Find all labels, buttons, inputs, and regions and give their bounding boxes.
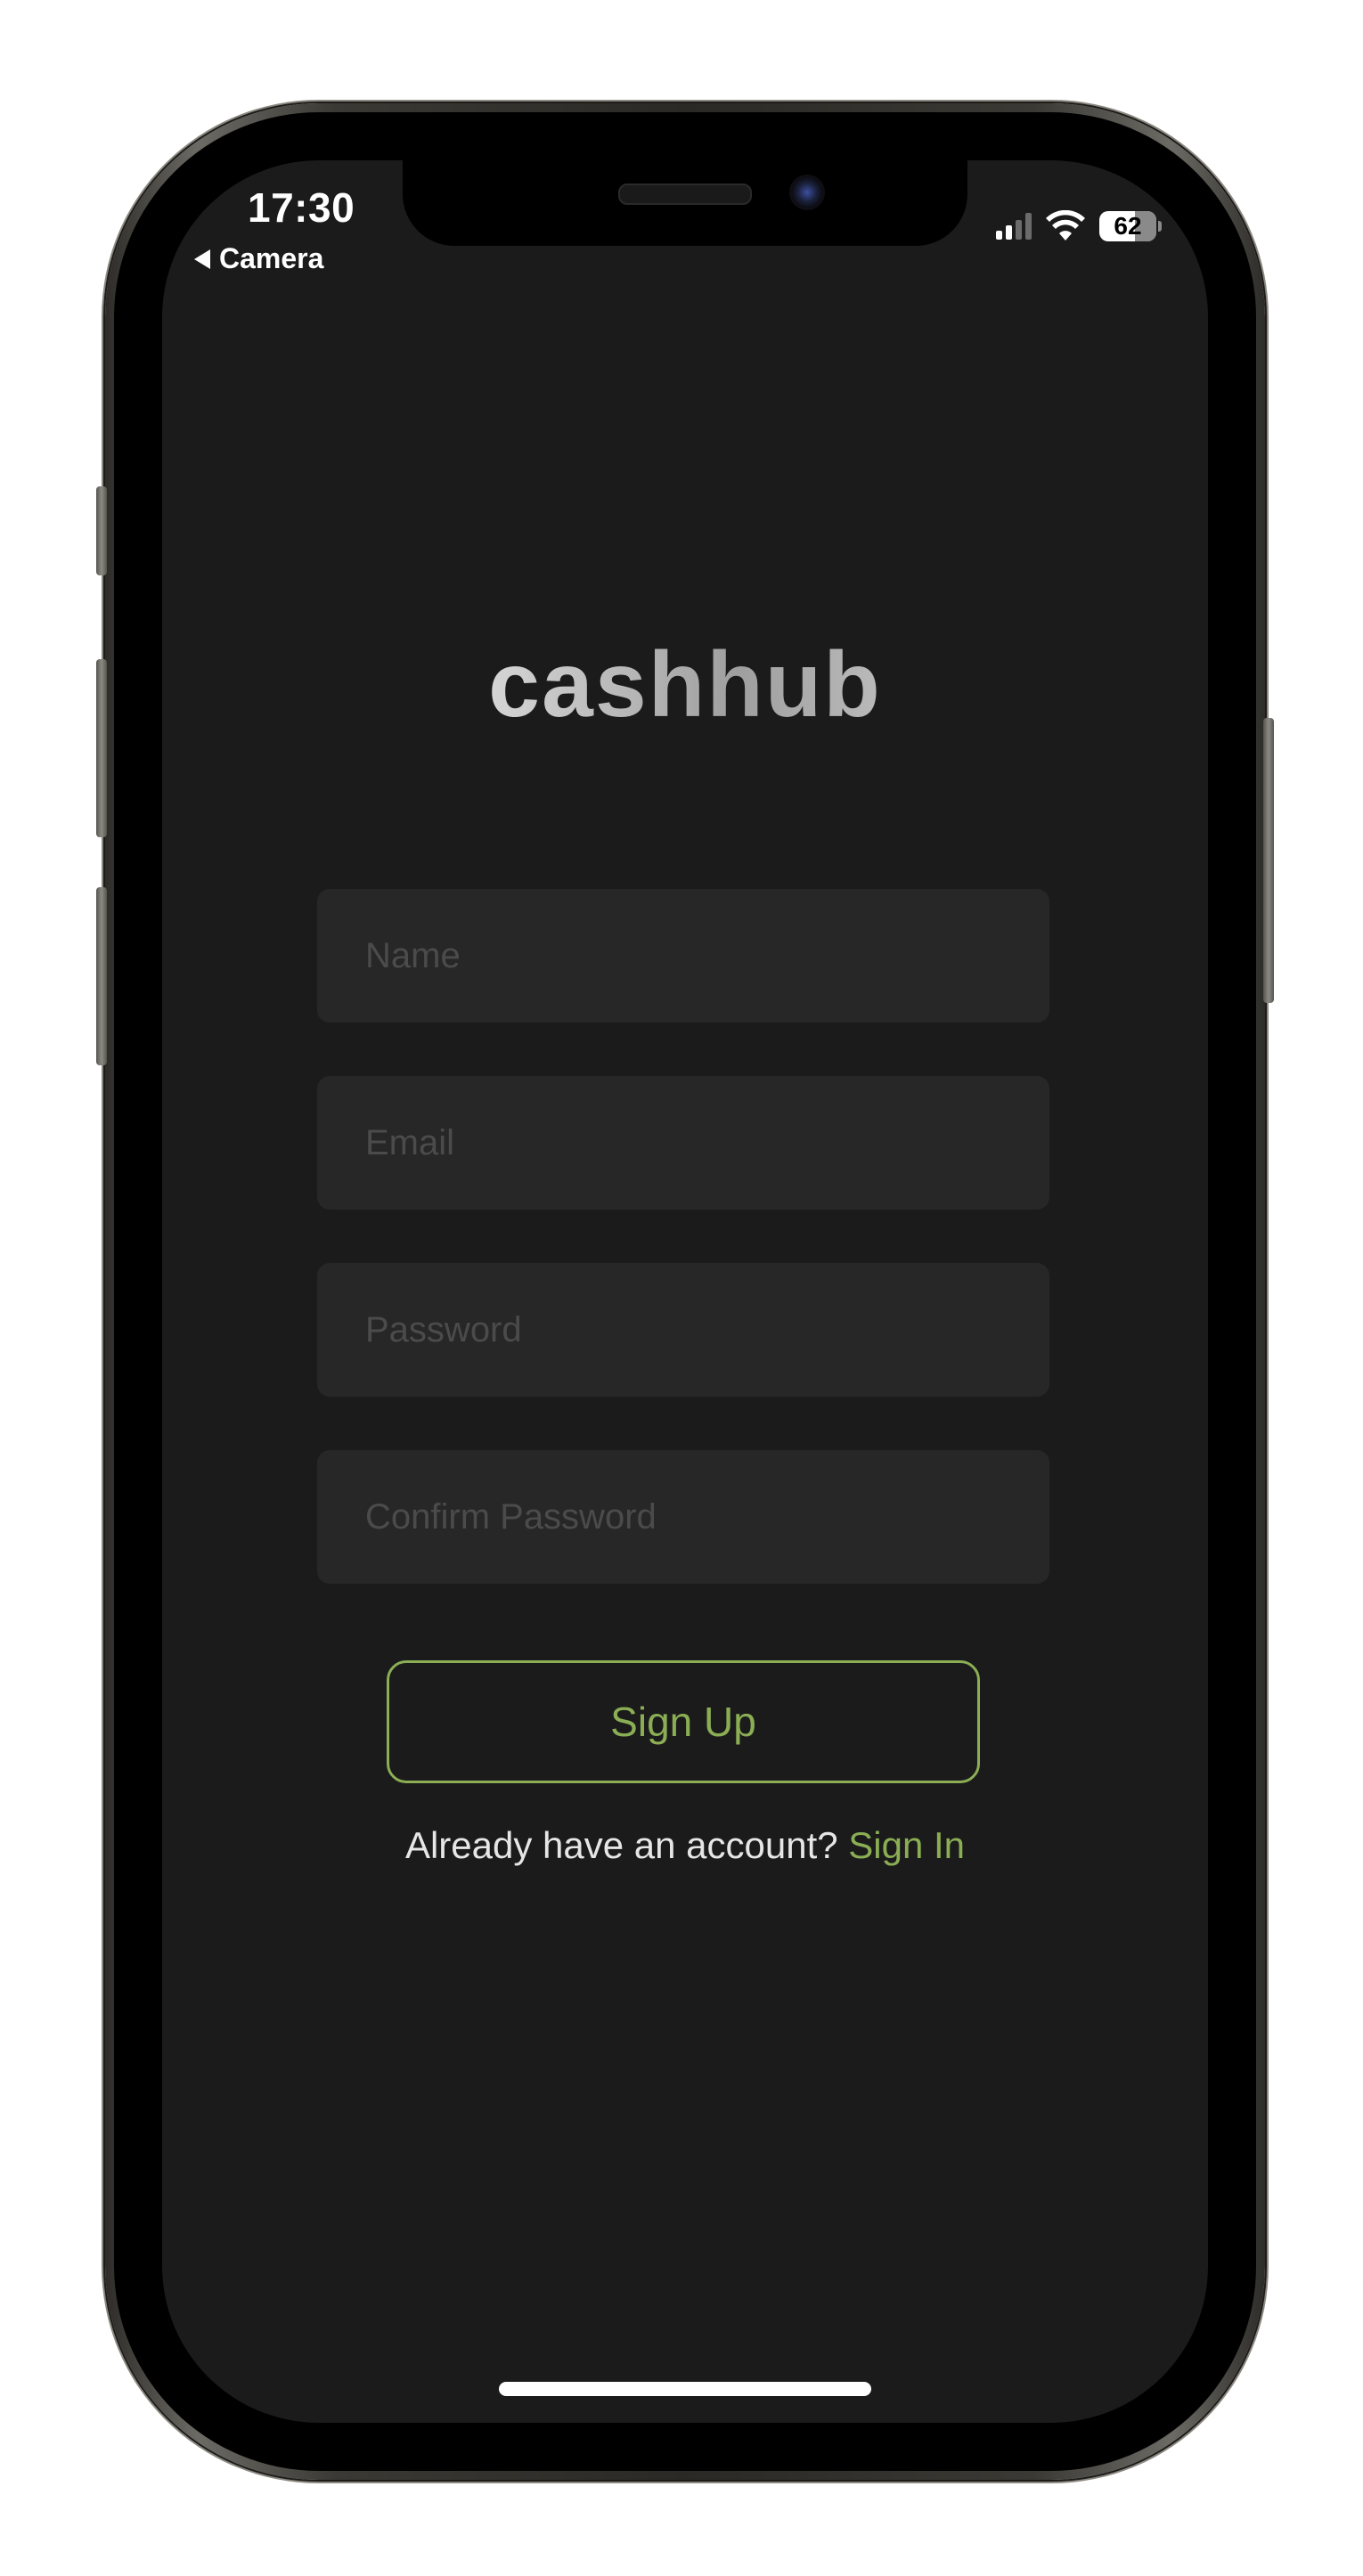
back-to-app-link[interactable]: Camera	[194, 242, 323, 275]
app-logo: cashhub	[162, 632, 1208, 738]
app-screen: 17:30 Camera 62 cashhub Name Email Sign …	[162, 160, 1208, 2423]
speaker-grille	[618, 183, 752, 205]
status-indicators: 62	[996, 210, 1162, 242]
sign-in-prompt: Already have an account? Sign In	[162, 1824, 1208, 1867]
battery-icon: 62	[1099, 211, 1156, 241]
name-input[interactable]	[317, 889, 1049, 1023]
page: 17:30 Camera 62 cashhub Name Email Sign …	[0, 0, 1363, 2576]
wifi-icon	[1046, 210, 1085, 240]
email-input[interactable]	[317, 1076, 1049, 1210]
status-time: 17:30	[248, 184, 355, 231]
sign-up-button[interactable]: Sign Up	[387, 1660, 980, 1783]
sign-in-link[interactable]: Sign In	[848, 1824, 965, 1866]
mute-switch	[96, 486, 107, 575]
back-app-label: Camera	[219, 242, 324, 274]
battery-level: 62	[1114, 212, 1142, 240]
volume-up-button	[96, 659, 107, 837]
battery-cap	[1158, 221, 1162, 232]
volume-down-button	[96, 887, 107, 1065]
sign-in-prompt-text: Already have an account?	[404, 1824, 838, 1866]
back-arrow-icon	[194, 249, 210, 269]
password-input[interactable]	[317, 1263, 1049, 1397]
home-indicator[interactable]	[499, 2382, 871, 2396]
front-camera-icon	[789, 175, 825, 210]
signal-icon	[996, 213, 1032, 240]
power-button	[1263, 718, 1274, 1003]
notch	[403, 160, 967, 246]
confirm-password-input[interactable]	[317, 1450, 1049, 1584]
